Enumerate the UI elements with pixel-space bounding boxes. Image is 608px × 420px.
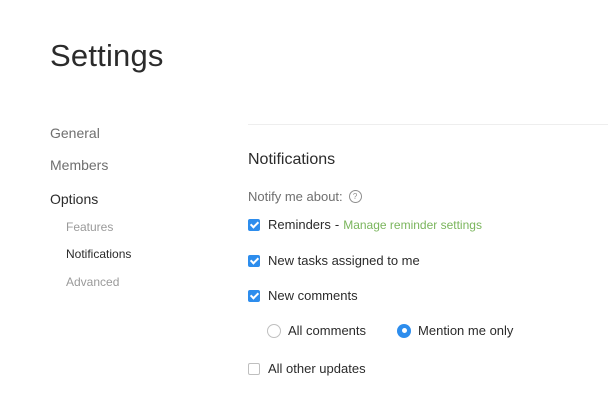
mention-me-only-radio[interactable] (397, 323, 412, 338)
sidebar-subitem-advanced[interactable]: Advanced (66, 275, 119, 289)
all-comments-radio[interactable] (267, 323, 281, 338)
notify-label: Notify me about: ? (248, 189, 362, 204)
new-tasks-label[interactable]: New tasks assigned to me (268, 253, 420, 268)
section-divider (248, 124, 608, 125)
reminders-separator: - (334, 217, 340, 232)
all-other-updates-checkbox[interactable] (248, 362, 260, 375)
all-comments-option[interactable]: All comments (267, 323, 366, 338)
comment-scope-radio-group: All comments Mention me only (267, 323, 513, 338)
section-title: Notifications (248, 151, 336, 168)
all-other-updates-label[interactable]: All other updates (268, 361, 366, 376)
new-comments-checkbox[interactable] (248, 289, 260, 302)
new-tasks-checkbox[interactable] (248, 254, 260, 267)
sidebar-item-options[interactable]: Options (50, 191, 98, 207)
new-comments-option: New comments (248, 288, 358, 303)
question-circle-icon[interactable]: ? (348, 190, 362, 203)
sidebar-subitem-features[interactable]: Features (66, 220, 113, 234)
new-comments-label[interactable]: New comments (268, 288, 358, 303)
new-tasks-option: New tasks assigned to me (248, 253, 420, 268)
reminders-checkbox[interactable] (248, 218, 260, 231)
sidebar-subitem-notifications[interactable]: Notifications (66, 247, 131, 261)
page-title: Settings (50, 38, 164, 73)
reminders-option: Reminders - Manage reminder settings (248, 217, 482, 232)
all-comments-label[interactable]: All comments (288, 323, 366, 338)
mention-me-only-option[interactable]: Mention me only (397, 323, 513, 338)
manage-reminder-settings-link[interactable]: Manage reminder settings (343, 218, 482, 232)
notify-label-text: Notify me about: (248, 189, 343, 204)
sidebar-item-general[interactable]: General (50, 125, 100, 141)
reminders-label[interactable]: Reminders (268, 217, 331, 232)
sidebar-item-members[interactable]: Members (50, 157, 108, 173)
all-other-updates-option: All other updates (248, 361, 366, 376)
mention-me-only-label[interactable]: Mention me only (418, 323, 513, 338)
